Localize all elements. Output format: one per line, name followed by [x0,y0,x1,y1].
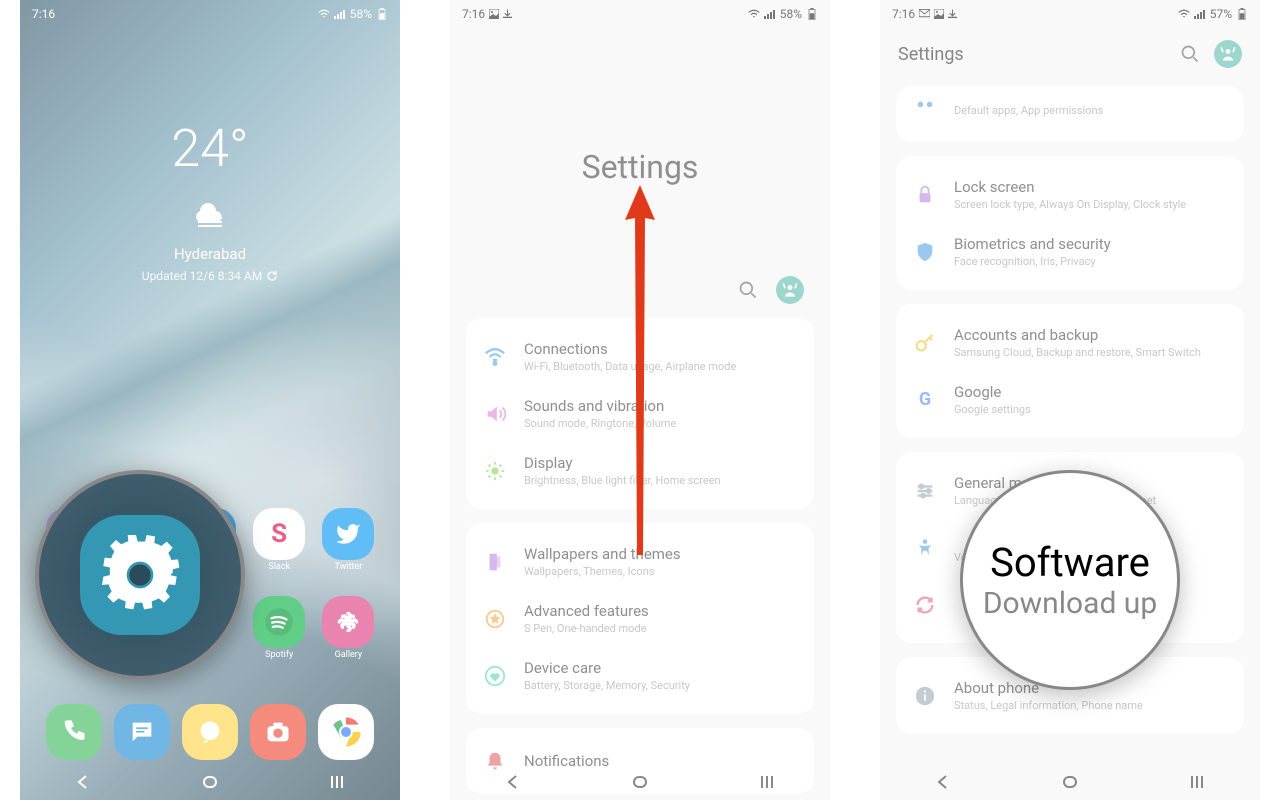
battery-icon [806,8,818,20]
status-bar: 7:16 58% [450,0,830,28]
settings-app-icon[interactable] [80,515,200,635]
battery-percent: 58% [780,7,802,21]
nav-home[interactable] [201,773,219,791]
dim-overlay [20,0,400,800]
nav-recents[interactable] [758,773,776,791]
nav-bar [20,764,400,800]
battery-icon [376,8,388,20]
phone-home-screen: 7:16 58% 24° Hyderabad Updated 12/6 8:34… [20,0,400,800]
download-icon [948,9,957,19]
download-icon [503,9,512,19]
signal-icon [334,8,346,20]
nav-bar [880,764,1260,800]
nav-recents[interactable] [1188,773,1206,791]
nav-back[interactable] [504,773,522,791]
status-bar: 7:16 58% [20,0,400,28]
signal-icon [1194,8,1206,20]
wifi-icon [318,8,330,20]
battery-icon [1236,8,1248,20]
nav-bar [450,764,830,800]
phone-settings-top: 7:16 58% Settings ConnectionsWi-Fi, Blue… [450,0,830,800]
gear-icon [100,535,180,615]
battery-percent: 58% [350,7,372,21]
scroll-up-arrow-annotation [620,180,660,560]
battery-percent: 57% [1210,7,1232,21]
phone-settings-scrolled: 7:16 57% Settings Default apps, App perm… [880,0,1260,800]
signal-icon [764,8,776,20]
status-time: 7:16 [462,7,485,21]
software-update-callout: Software Download up [960,470,1180,690]
image-icon [934,9,944,19]
nav-back[interactable] [934,773,952,791]
callout-subtitle: Download up [983,586,1157,621]
message-icon [919,9,930,19]
nav-home[interactable] [631,773,649,791]
nav-recents[interactable] [328,773,346,791]
callout-title: Software [990,539,1150,586]
status-time: 7:16 [32,7,55,21]
wifi-icon [748,8,760,20]
status-time: 7:16 [892,7,915,21]
wifi-icon [1178,8,1190,20]
settings-gear-callout [35,470,245,680]
status-bar: 7:16 57% [880,0,1260,28]
image-icon [489,9,499,19]
nav-home[interactable] [1061,773,1079,791]
nav-back[interactable] [74,773,92,791]
